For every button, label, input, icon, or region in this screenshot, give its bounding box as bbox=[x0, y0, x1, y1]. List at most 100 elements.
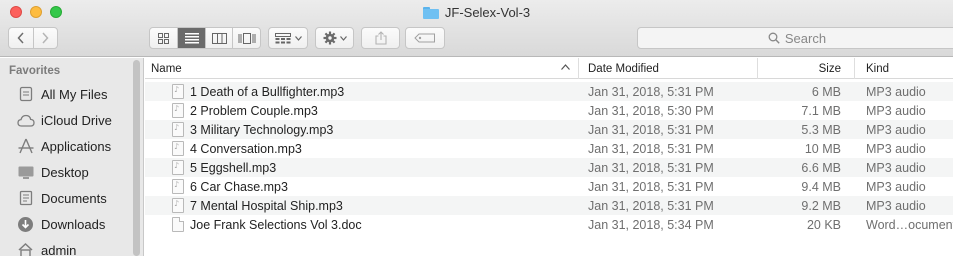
file-date: Jan 31, 2018, 5:31 PM bbox=[588, 141, 714, 156]
column-header-label: Kind bbox=[866, 62, 890, 75]
file-list: Name Date Modified Size Kind 1 Death of … bbox=[145, 58, 953, 256]
window-toolbar: JF-Selex-Vol-3 Search bbox=[0, 0, 953, 57]
sidebar-item-label: iCloud Drive bbox=[41, 112, 112, 128]
grid-icon bbox=[158, 32, 170, 44]
file-date: Jan 31, 2018, 5:31 PM bbox=[588, 84, 714, 99]
column-view-button[interactable] bbox=[204, 28, 233, 48]
audio-file-icon bbox=[172, 179, 184, 194]
file-size: 20 KB bbox=[806, 217, 841, 232]
all-files-icon bbox=[16, 85, 35, 103]
file-kind: MP3 audio bbox=[866, 198, 926, 213]
sidebar-item-documents[interactable]: Documents bbox=[16, 187, 134, 209]
sidebar-item-all-my-files[interactable]: All My Files bbox=[16, 83, 134, 105]
edit-tags-button[interactable] bbox=[405, 27, 445, 49]
file-date: Jan 31, 2018, 5:31 PM bbox=[588, 160, 714, 175]
file-row[interactable]: 4 Conversation.mp3 Jan 31, 2018, 5:31 PM… bbox=[145, 139, 953, 158]
list-view-button[interactable] bbox=[177, 28, 205, 48]
sidebar-scrollbar[interactable] bbox=[133, 60, 140, 256]
sidebar-item-applications[interactable]: Applications bbox=[16, 135, 134, 157]
file-date: Jan 31, 2018, 5:31 PM bbox=[588, 198, 714, 213]
cloud-icon bbox=[16, 111, 35, 129]
view-mode-control bbox=[149, 27, 261, 49]
sidebar: Favorites All My Files iCloud Drive Appl… bbox=[0, 58, 144, 256]
file-name: Joe Frank Selections Vol 3.doc bbox=[190, 217, 362, 232]
file-name: 2 Problem Couple.mp3 bbox=[190, 103, 318, 118]
file-kind: MP3 audio bbox=[866, 160, 926, 175]
file-kind: MP3 audio bbox=[866, 141, 926, 156]
chevron-down-icon bbox=[294, 35, 302, 41]
file-size: 6.6 MB bbox=[801, 160, 841, 175]
file-size: 10 MB bbox=[804, 141, 841, 156]
audio-file-icon bbox=[172, 84, 184, 99]
file-row[interactable]: 6 Car Chase.mp3 Jan 31, 2018, 5:31 PM 9.… bbox=[145, 177, 953, 196]
column-header-name[interactable]: Name bbox=[151, 58, 581, 79]
column-header-kind[interactable]: Kind bbox=[854, 58, 953, 79]
document-file-icon bbox=[172, 217, 184, 232]
window-title: JF-Selex-Vol-3 bbox=[0, 5, 953, 20]
file-row[interactable]: 2 Problem Couple.mp3 Jan 31, 2018, 5:30 … bbox=[145, 101, 953, 120]
file-row[interactable]: 5 Eggshell.mp3 Jan 31, 2018, 5:31 PM 6.6… bbox=[145, 158, 953, 177]
file-kind: MP3 audio bbox=[866, 103, 926, 118]
downloads-icon bbox=[16, 215, 35, 233]
sidebar-item-label: All My Files bbox=[41, 86, 108, 102]
file-kind: MP3 audio bbox=[866, 179, 926, 194]
audio-file-icon bbox=[172, 198, 184, 213]
applications-icon bbox=[16, 137, 35, 155]
list-header: Name Date Modified Size Kind bbox=[145, 58, 953, 79]
file-row[interactable]: 7 Mental Hospital Ship.mp3 Jan 31, 2018,… bbox=[145, 196, 953, 215]
forward-button[interactable] bbox=[32, 28, 57, 48]
chevron-right-icon bbox=[42, 32, 49, 44]
chevron-down-icon bbox=[339, 35, 347, 41]
file-row[interactable]: 1 Death of a Bullfighter.mp3 Jan 31, 201… bbox=[145, 82, 953, 101]
file-name: 6 Car Chase.mp3 bbox=[190, 179, 288, 194]
file-date: Jan 31, 2018, 5:31 PM bbox=[588, 122, 714, 137]
share-icon bbox=[374, 31, 387, 45]
file-row[interactable]: 3 Military Technology.mp3 Jan 31, 2018, … bbox=[145, 120, 953, 139]
column-header-label: Date Modified bbox=[588, 62, 659, 75]
sidebar-item-admin[interactable]: admin bbox=[16, 239, 134, 256]
sidebar-item-desktop[interactable]: Desktop bbox=[16, 161, 134, 183]
columns-icon bbox=[211, 32, 227, 44]
column-header-date-modified[interactable]: Date Modified bbox=[578, 58, 758, 79]
sidebar-item-downloads[interactable]: Downloads bbox=[16, 213, 134, 235]
audio-file-icon bbox=[172, 160, 184, 175]
list-icon bbox=[184, 32, 199, 43]
file-name: 5 Eggshell.mp3 bbox=[190, 160, 277, 175]
sidebar-heading: Favorites bbox=[9, 65, 61, 77]
sort-ascending-icon bbox=[561, 62, 570, 73]
column-header-label: Size bbox=[818, 62, 841, 75]
back-button[interactable] bbox=[9, 28, 33, 48]
chevron-left-icon bbox=[17, 32, 24, 44]
file-row[interactable]: Joe Frank Selections Vol 3.doc Jan 31, 2… bbox=[145, 215, 953, 234]
icon-view-button[interactable] bbox=[150, 28, 177, 48]
file-size: 7.1 MB bbox=[801, 103, 841, 118]
file-date: Jan 31, 2018, 5:34 PM bbox=[588, 217, 714, 232]
file-kind: MP3 audio bbox=[866, 122, 926, 137]
file-kind: Word…ocument bbox=[866, 217, 953, 232]
cover-flow-icon bbox=[238, 32, 256, 44]
sidebar-item-label: Applications bbox=[41, 138, 112, 154]
folder-icon bbox=[422, 6, 439, 19]
file-name: 7 Mental Hospital Ship.mp3 bbox=[190, 198, 343, 213]
share-button[interactable] bbox=[361, 27, 400, 49]
navigation-buttons bbox=[8, 27, 58, 49]
column-header-label: Name bbox=[151, 62, 182, 75]
file-date: Jan 31, 2018, 5:31 PM bbox=[588, 179, 714, 194]
sidebar-item-label: Documents bbox=[41, 190, 107, 206]
column-header-size[interactable]: Size bbox=[757, 58, 855, 79]
sidebar-item-label: Downloads bbox=[41, 216, 106, 232]
search-field[interactable]: Search bbox=[637, 27, 953, 49]
desktop-icon bbox=[16, 163, 35, 181]
audio-file-icon bbox=[172, 103, 184, 118]
file-size: 9.4 MB bbox=[801, 179, 841, 194]
arrange-menu-button[interactable] bbox=[268, 27, 308, 49]
audio-file-icon bbox=[172, 141, 184, 156]
audio-file-icon bbox=[172, 122, 184, 137]
action-menu-button[interactable] bbox=[315, 27, 354, 49]
cover-flow-view-button[interactable] bbox=[232, 28, 260, 48]
file-name: 1 Death of a Bullfighter.mp3 bbox=[190, 84, 345, 99]
file-kind: MP3 audio bbox=[866, 84, 926, 99]
arrange-icon bbox=[274, 32, 291, 43]
sidebar-item-label: admin bbox=[41, 242, 77, 256]
sidebar-item-icloud-drive[interactable]: iCloud Drive bbox=[16, 109, 134, 131]
